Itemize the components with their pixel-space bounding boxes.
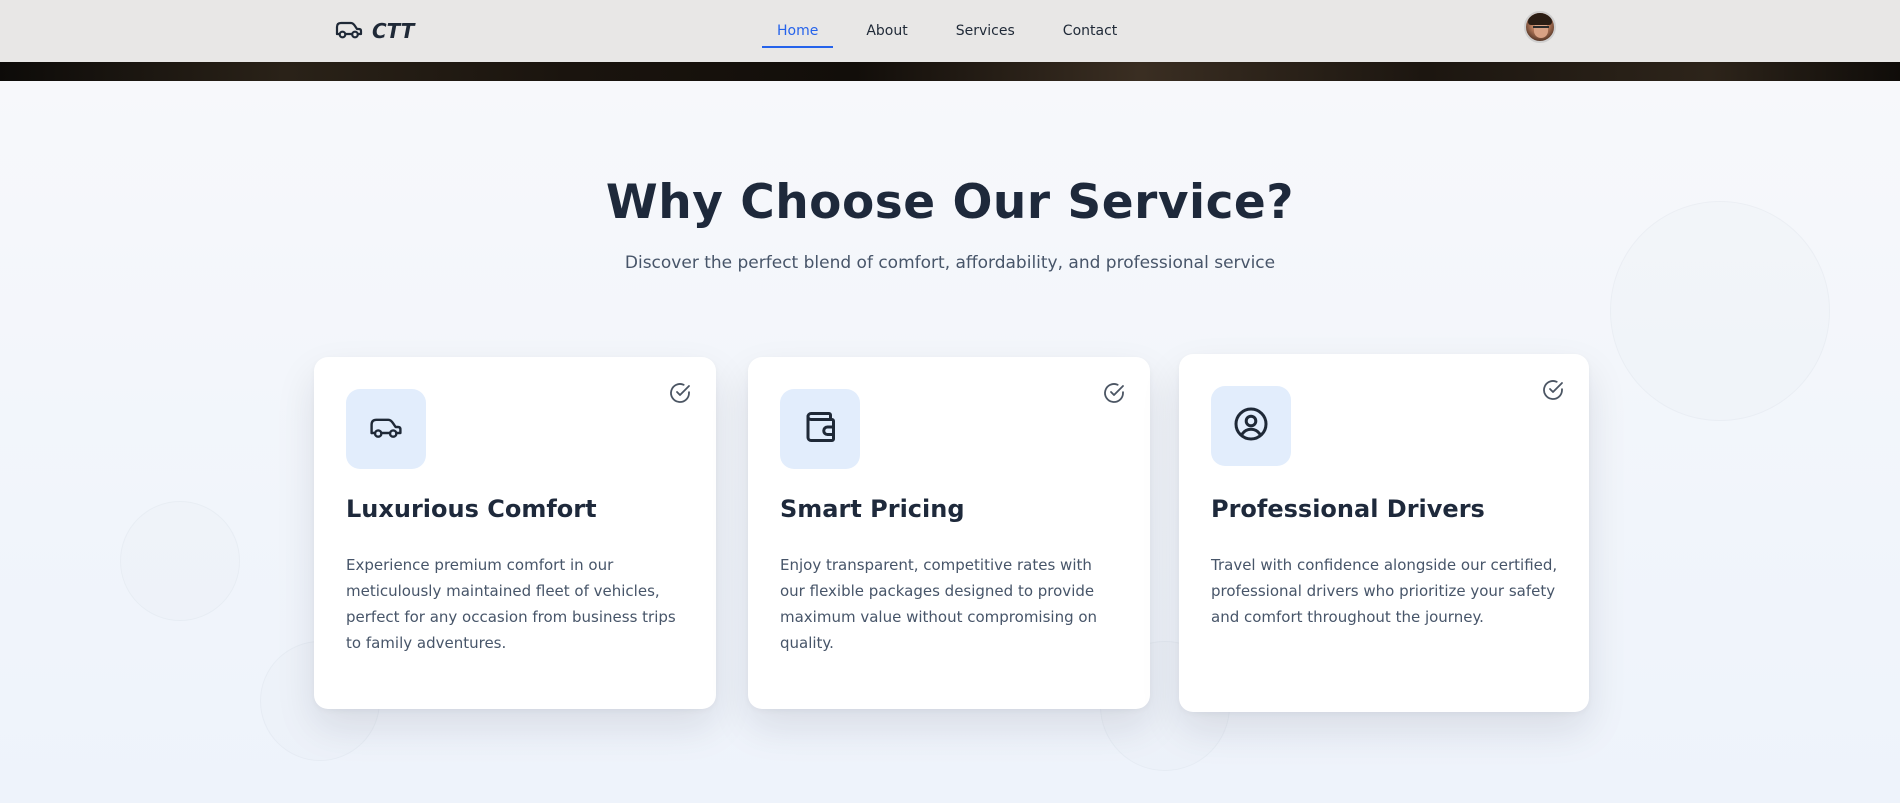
car-icon bbox=[334, 16, 364, 46]
feature-card-drivers[interactable]: Professional Drivers Travel with confide… bbox=[1179, 354, 1589, 712]
decorative-circle bbox=[1610, 201, 1830, 421]
wallet-icon bbox=[802, 409, 838, 449]
logo-text: CTT bbox=[372, 19, 415, 43]
feature-description: Travel with confidence alongside our cer… bbox=[1211, 556, 1558, 626]
top-nav-bar: CTT Home About Services Contact bbox=[0, 0, 1900, 62]
check-circle-icon bbox=[1541, 378, 1565, 402]
section-subtitle: Discover the perfect blend of comfort, a… bbox=[624, 253, 1276, 273]
feature-card-comfort[interactable]: Luxurious Comfort Experience premium com… bbox=[314, 357, 716, 709]
feature-description: Experience premium comfort in our meticu… bbox=[346, 556, 676, 652]
nav-services[interactable]: Services bbox=[940, 0, 1031, 62]
feature-title: Luxurious Comfort bbox=[346, 495, 597, 523]
nav-contact[interactable]: Contact bbox=[1047, 0, 1133, 62]
feature-icon-box bbox=[1211, 386, 1291, 466]
feature-title: Professional Drivers bbox=[1211, 495, 1485, 523]
nav-home[interactable]: Home bbox=[761, 0, 834, 62]
feature-title: Smart Pricing bbox=[780, 495, 965, 523]
section-title: Why Choose Our Service? bbox=[605, 175, 1295, 230]
main-nav: Home About Services Contact bbox=[761, 0, 1133, 62]
logo[interactable]: CTT bbox=[334, 18, 414, 44]
features-section: Why Choose Our Service? Discover the per… bbox=[0, 81, 1900, 803]
car-icon bbox=[368, 409, 404, 449]
hero-image-strip bbox=[0, 62, 1900, 81]
feature-description: Enjoy transparent, competitive rates wit… bbox=[780, 556, 1098, 652]
decorative-circle bbox=[120, 501, 240, 621]
feature-icon-box bbox=[780, 389, 860, 469]
feature-card-pricing[interactable]: Smart Pricing Enjoy transparent, competi… bbox=[748, 357, 1150, 709]
user-circle-icon bbox=[1233, 406, 1269, 446]
check-circle-icon bbox=[1102, 381, 1126, 405]
nav-about[interactable]: About bbox=[850, 0, 923, 62]
check-circle-icon bbox=[668, 381, 692, 405]
feature-icon-box bbox=[346, 389, 426, 469]
user-avatar[interactable] bbox=[1524, 11, 1556, 43]
